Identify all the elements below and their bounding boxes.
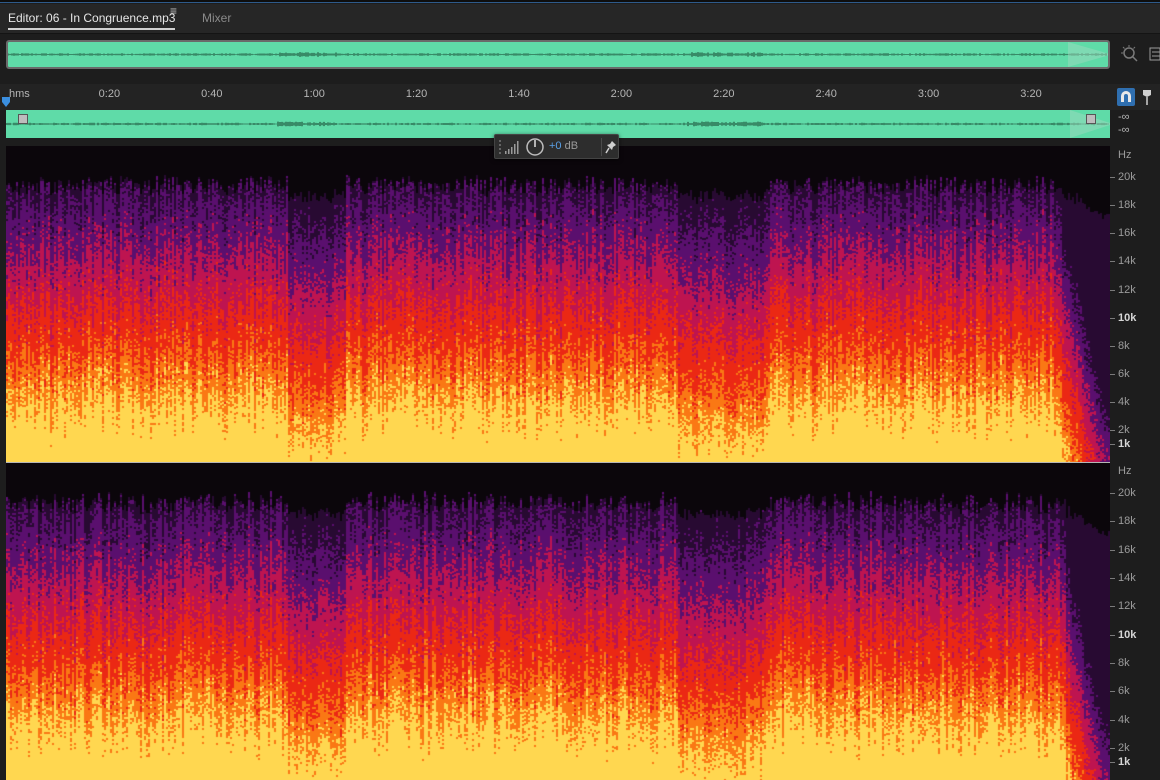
level-left-label: -∞ (1118, 111, 1130, 123)
hz-tick (1110, 317, 1115, 319)
hud-separator (601, 138, 602, 156)
hz-tick (1110, 345, 1115, 347)
ruler-tick-label: 3:00 (917, 88, 940, 100)
overview-waveform (8, 42, 1108, 67)
level-bars-icon (505, 141, 519, 154)
spectrogram-left (6, 146, 1110, 462)
spectral-display-left-channel[interactable] (6, 146, 1110, 462)
hz-tick (1110, 578, 1115, 580)
panel-menu-icon[interactable] (1148, 46, 1160, 62)
hz-tick (1110, 289, 1115, 291)
hz-label: 18k (1118, 199, 1136, 212)
time-ruler[interactable]: hms 0:20 0:40 1:00 1:20 1:40 2:00 2:20 2:40 3:00… (0, 84, 1110, 110)
hz-tick (1110, 177, 1115, 178)
ruler-tick-label: 0:20 (98, 88, 121, 100)
hz-unit-label: Hz (1118, 465, 1132, 477)
hz-tick (1110, 691, 1115, 693)
tab-editor[interactable]: Editor: 06 - In Congruence.mp3 (8, 4, 176, 34)
window-top-border (0, 0, 1160, 3)
hz-label: 14k (1118, 572, 1136, 585)
panel-tab-bar: Editor: 06 - In Congruence.mp3 ≡ Mixer (0, 4, 1160, 34)
knob-icon[interactable] (525, 137, 545, 157)
hz-label: 12k (1118, 283, 1136, 296)
zoom-icon[interactable] (1120, 44, 1140, 64)
playhead-icon[interactable] (1, 96, 11, 108)
hz-label: 18k (1118, 515, 1136, 528)
spectral-display-right-channel[interactable] (6, 463, 1110, 780)
fade-out-handle[interactable] (1086, 114, 1096, 124)
ruler-tick-label: 1:00 (303, 88, 325, 100)
hz-tick (1110, 521, 1115, 523)
overview-navigator[interactable] (6, 40, 1110, 69)
spectrogram-right (6, 463, 1110, 780)
ruler-tick-label: 1:20 (405, 88, 428, 100)
tab-menu-icon[interactable]: ≡ (170, 4, 177, 18)
hz-tick (1110, 762, 1115, 764)
hz-label: 2k (1118, 424, 1130, 437)
hz-label: 12k (1118, 600, 1136, 613)
pin-icon[interactable] (605, 140, 617, 154)
hz-label: 4k (1118, 396, 1130, 409)
frequency-scale-left[interactable]: Hz 20k 18k 16k 14k 12k 10k 8k 6k 4k 2k 1k (1110, 146, 1160, 462)
hz-tick (1110, 233, 1115, 235)
marker-icon[interactable] (1141, 88, 1153, 106)
hz-label: 2k (1118, 742, 1130, 755)
tab-mixer[interactable]: Mixer (202, 4, 231, 34)
hud-grip-icon[interactable] (498, 138, 502, 156)
ruler-tick-label: 3:20 (1020, 88, 1042, 100)
fade-in-handle[interactable] (18, 114, 28, 124)
hz-tick (1110, 719, 1115, 721)
active-tab-underline (8, 28, 176, 30)
frequency-scale-right[interactable]: Hz 20k 18k 16k 14k 12k 10k 8k 6k 4k 2k 1k (1110, 462, 1160, 780)
hz-label: 16k (1118, 543, 1136, 556)
ruler-tick-label: 1:40 (508, 88, 530, 100)
hz-tick (1110, 663, 1115, 665)
hz-tick (1110, 205, 1115, 207)
hz-tick (1110, 549, 1115, 551)
hz-label: 20k (1118, 487, 1136, 499)
volume-hud[interactable]: +0 dB (494, 134, 619, 159)
hz-label: 6k (1118, 367, 1130, 380)
hz-label: 6k (1118, 685, 1130, 698)
hz-label: 14k (1118, 255, 1136, 268)
hz-tick (1110, 402, 1115, 404)
hz-tick (1110, 444, 1115, 446)
hz-label: 10k (1118, 628, 1137, 641)
hz-label: 20k (1118, 171, 1136, 183)
ruler-unit-label: hms (9, 88, 30, 100)
hz-tick (1110, 261, 1115, 263)
hz-label: 16k (1118, 227, 1136, 240)
hz-tick (1110, 634, 1115, 636)
hz-label: 4k (1118, 713, 1130, 726)
ruler-tick-label: 0:40 (201, 88, 223, 100)
hz-tick (1110, 493, 1115, 494)
hz-unit-label: Hz (1118, 149, 1132, 161)
hz-tick (1110, 373, 1115, 375)
hz-tick (1110, 430, 1115, 432)
volume-value[interactable]: +0 dB (549, 140, 578, 152)
hz-label: 8k (1118, 339, 1130, 352)
hz-tick (1110, 606, 1115, 608)
ruler-tick-label: 2:00 (610, 88, 633, 100)
snap-icon[interactable] (1117, 88, 1135, 106)
hz-tick (1110, 748, 1115, 750)
hz-label: 1k (1118, 756, 1131, 769)
hz-label: 10k (1118, 311, 1137, 324)
hz-label: 8k (1118, 657, 1130, 670)
hz-label: 1k (1118, 438, 1131, 451)
ruler-tick-label: 2:40 (815, 88, 837, 100)
tab-editor-label: Editor: 06 - In Congruence.mp3 (8, 11, 176, 25)
level-right-label: -∞ (1118, 124, 1130, 136)
ruler-tick-label: 2:20 (713, 88, 735, 100)
